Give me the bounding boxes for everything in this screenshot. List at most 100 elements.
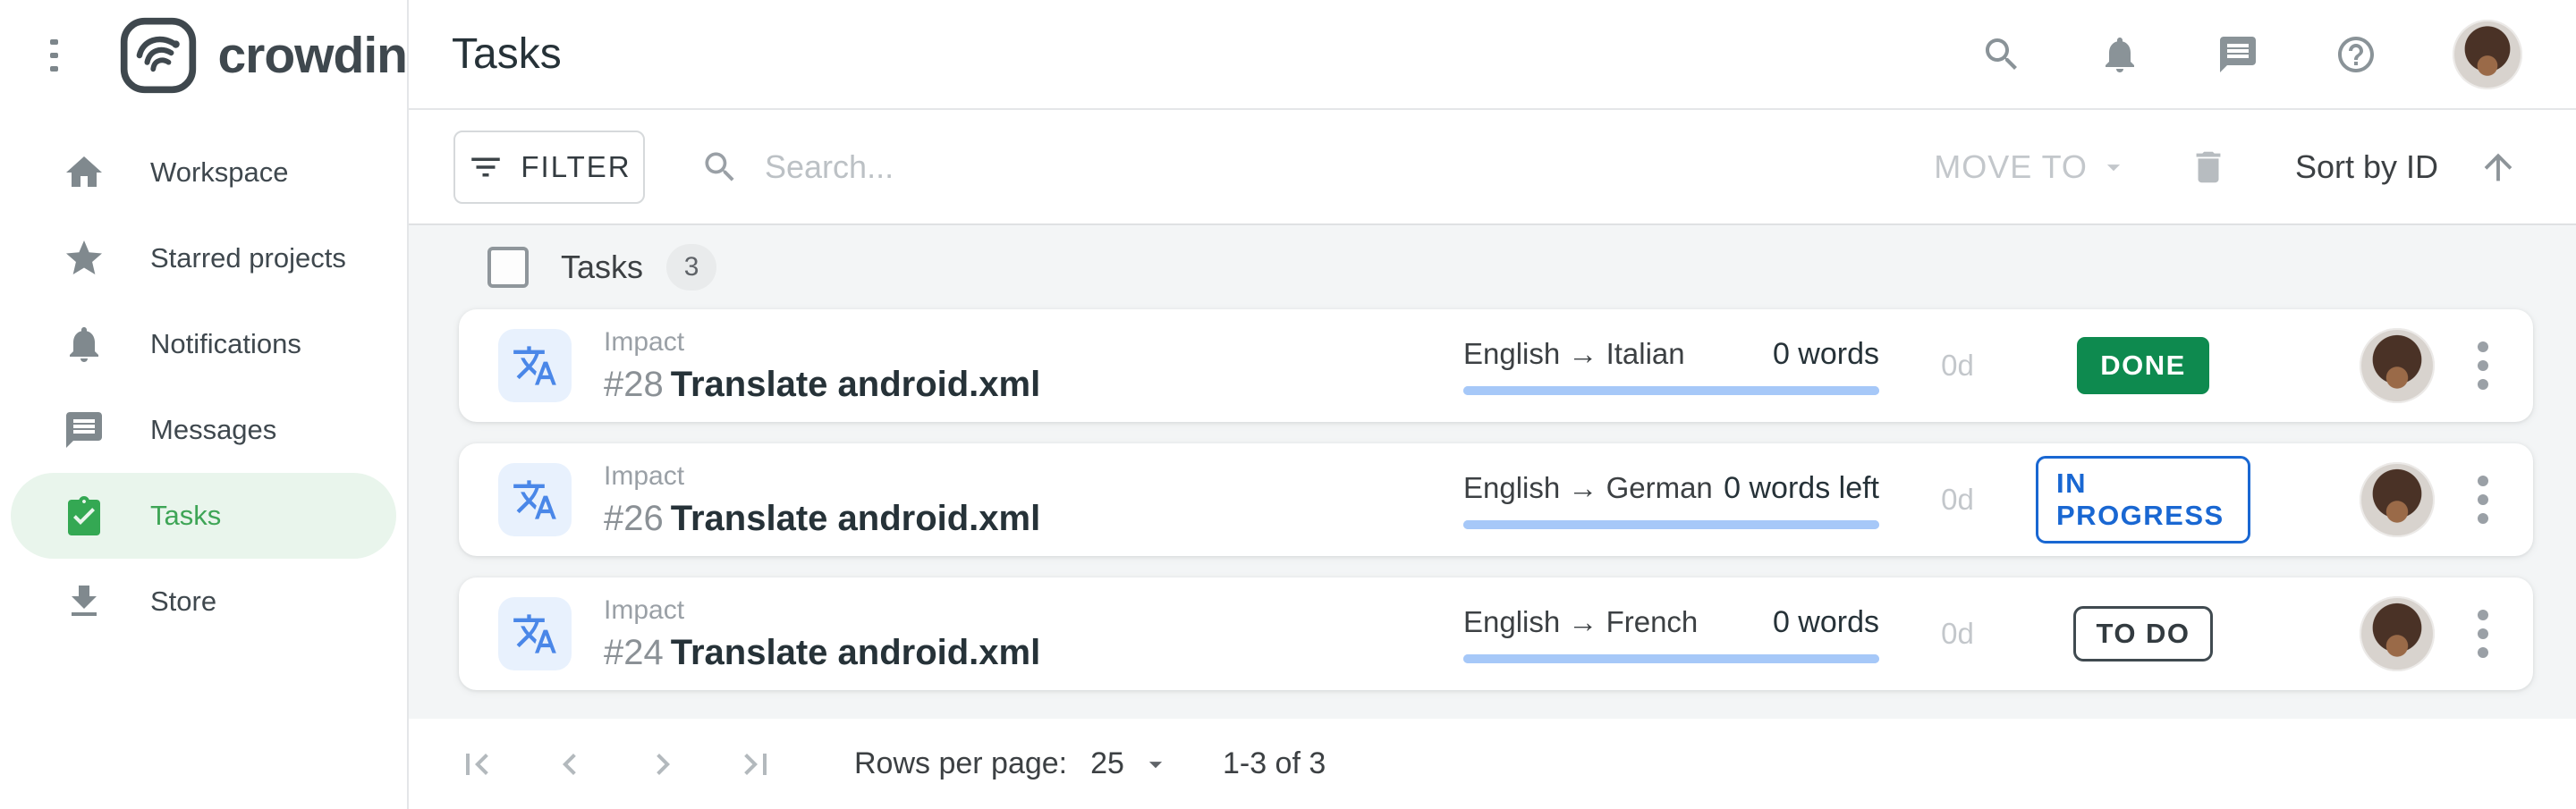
- rows-per-page-value[interactable]: 25: [1090, 746, 1124, 781]
- first-page-button[interactable]: [455, 743, 498, 786]
- task-id: #26: [604, 499, 664, 538]
- task-project: Impact: [604, 595, 1463, 626]
- filter-button-label: FILTER: [521, 150, 631, 184]
- page-title: Tasks: [452, 29, 562, 79]
- delete-button[interactable]: [2188, 147, 2229, 188]
- kebab-menu-icon[interactable]: [2472, 462, 2494, 537]
- task-project: Impact: [604, 461, 1463, 492]
- notifications-bell-icon[interactable]: [2098, 33, 2141, 76]
- assignee-avatar[interactable]: [2360, 462, 2435, 537]
- table-row[interactable]: Impact #26Translate android.xml English …: [459, 443, 2533, 556]
- message-icon: [63, 409, 106, 451]
- filter-button[interactable]: FILTER: [453, 131, 645, 204]
- sidebar-item-label: Notifications: [150, 328, 301, 360]
- last-page-icon: [734, 743, 777, 786]
- task-status-cell: TO DO: [2036, 606, 2250, 662]
- task-title: Translate android.xml: [671, 365, 1040, 404]
- sidebar-item-label: Messages: [150, 414, 276, 446]
- crowdin-logo[interactable]: crowdin: [117, 14, 407, 97]
- sidebar-item-label: Starred projects: [150, 242, 346, 274]
- trash-icon: [2188, 147, 2229, 188]
- task-status-cell: IN PROGRESS: [2036, 456, 2250, 544]
- next-page-button[interactable]: [641, 743, 684, 786]
- task-words: 0 words: [1773, 605, 1879, 640]
- sidebar-item-label: Tasks: [150, 500, 221, 532]
- home-icon: [63, 151, 106, 194]
- translate-icon: [498, 329, 572, 402]
- download-icon: [63, 580, 106, 623]
- task-title: Translate android.xml: [671, 633, 1040, 672]
- select-all-checkbox[interactable]: [487, 247, 529, 288]
- chevron-left-icon: [548, 743, 591, 786]
- menu-icon[interactable]: [50, 31, 58, 80]
- sidebar-item-label: Store: [150, 586, 216, 618]
- task-words: 0 words left: [1724, 471, 1879, 506]
- brand-name: crowdin: [217, 26, 407, 85]
- toolbar-right-actions: MOVE TO Sort by ID: [1934, 147, 2576, 188]
- status-badge: IN PROGRESS: [2036, 456, 2250, 544]
- kebab-menu-icon[interactable]: [2472, 328, 2494, 403]
- assignee-avatar[interactable]: [2360, 596, 2435, 671]
- crowdin-logo-icon: [117, 14, 199, 97]
- task-due: 0d: [1879, 483, 2036, 517]
- move-to-dropdown[interactable]: MOVE TO: [1934, 148, 2129, 186]
- search-input[interactable]: [765, 148, 1301, 186]
- task-list-area: Tasks 3 Impact #28Translate android.xml …: [409, 225, 2576, 719]
- rows-per-page-label: Rows per page:: [854, 746, 1067, 781]
- task-id: #28: [604, 365, 664, 404]
- logo-row: crowdin: [0, 0, 407, 110]
- messages-icon[interactable]: [2216, 33, 2259, 76]
- translate-icon: [498, 597, 572, 670]
- assignee-avatar[interactable]: [2360, 328, 2435, 403]
- help-icon[interactable]: [2334, 33, 2377, 76]
- status-badge: DONE: [2077, 337, 2209, 394]
- sidebar-item-messages[interactable]: Messages: [11, 387, 396, 473]
- task-project: Impact: [604, 327, 1463, 358]
- task-due: 0d: [1879, 617, 2036, 651]
- sidebar-item-starred-projects[interactable]: Starred projects: [11, 215, 396, 301]
- pagination-range: 1-3 of 3: [1223, 746, 1326, 781]
- sort-control[interactable]: Sort by ID: [2295, 147, 2519, 188]
- table-row[interactable]: Impact #28Translate android.xml English …: [459, 309, 2533, 422]
- sidebar-nav: Workspace Starred projects Notifications…: [0, 110, 407, 645]
- search-icon[interactable]: [1980, 33, 2023, 76]
- task-info: Impact #26Translate android.xml: [604, 461, 1463, 539]
- sidebar-item-workspace[interactable]: Workspace: [11, 130, 396, 215]
- task-languages: English → Italian: [1463, 337, 1685, 371]
- previous-page-button[interactable]: [548, 743, 591, 786]
- search-field: [700, 147, 1934, 187]
- chevron-right-icon: [641, 743, 684, 786]
- filter-icon: [467, 148, 504, 186]
- table-row[interactable]: Impact #24Translate android.xml English …: [459, 577, 2533, 690]
- move-to-label: MOVE TO: [1934, 148, 2088, 186]
- star-icon: [63, 237, 106, 280]
- sidebar-item-label: Workspace: [150, 156, 289, 189]
- search-icon: [700, 147, 740, 187]
- first-page-icon: [455, 743, 498, 786]
- task-id: #24: [604, 633, 664, 672]
- task-clipboard-icon: [63, 494, 106, 537]
- rows-per-page-dropdown[interactable]: [1140, 749, 1171, 780]
- main-content: Tasks FILTER MOVE TO Sor: [409, 0, 2576, 809]
- sort-label: Sort by ID: [2295, 148, 2438, 186]
- tasks-toolbar: FILTER MOVE TO Sort by ID: [409, 110, 2576, 225]
- sidebar-item-notifications[interactable]: Notifications: [11, 301, 396, 387]
- sidebar-item-tasks[interactable]: Tasks: [11, 473, 396, 559]
- top-bar: Tasks: [409, 0, 2576, 110]
- task-info: Impact #28Translate android.xml: [604, 327, 1463, 405]
- progress-bar: [1463, 386, 1879, 395]
- topbar-actions: [1980, 20, 2522, 89]
- last-page-button[interactable]: [734, 743, 777, 786]
- task-words: 0 words: [1773, 337, 1879, 372]
- task-languages: English → French: [1463, 605, 1698, 639]
- task-progress-block: English → German 0 words left: [1463, 471, 1879, 529]
- kebab-menu-icon[interactable]: [2472, 596, 2494, 671]
- sidebar-item-store[interactable]: Store: [11, 559, 396, 645]
- task-languages: English → German: [1463, 471, 1713, 505]
- task-info: Impact #24Translate android.xml: [604, 595, 1463, 673]
- progress-bar: [1463, 654, 1879, 663]
- task-progress-block: English → Italian 0 words: [1463, 337, 1879, 395]
- user-avatar[interactable]: [2453, 20, 2522, 89]
- pagination-bar: Rows per page: 25 1-3 of 3: [409, 719, 2576, 809]
- chevron-down-icon: [2098, 152, 2129, 182]
